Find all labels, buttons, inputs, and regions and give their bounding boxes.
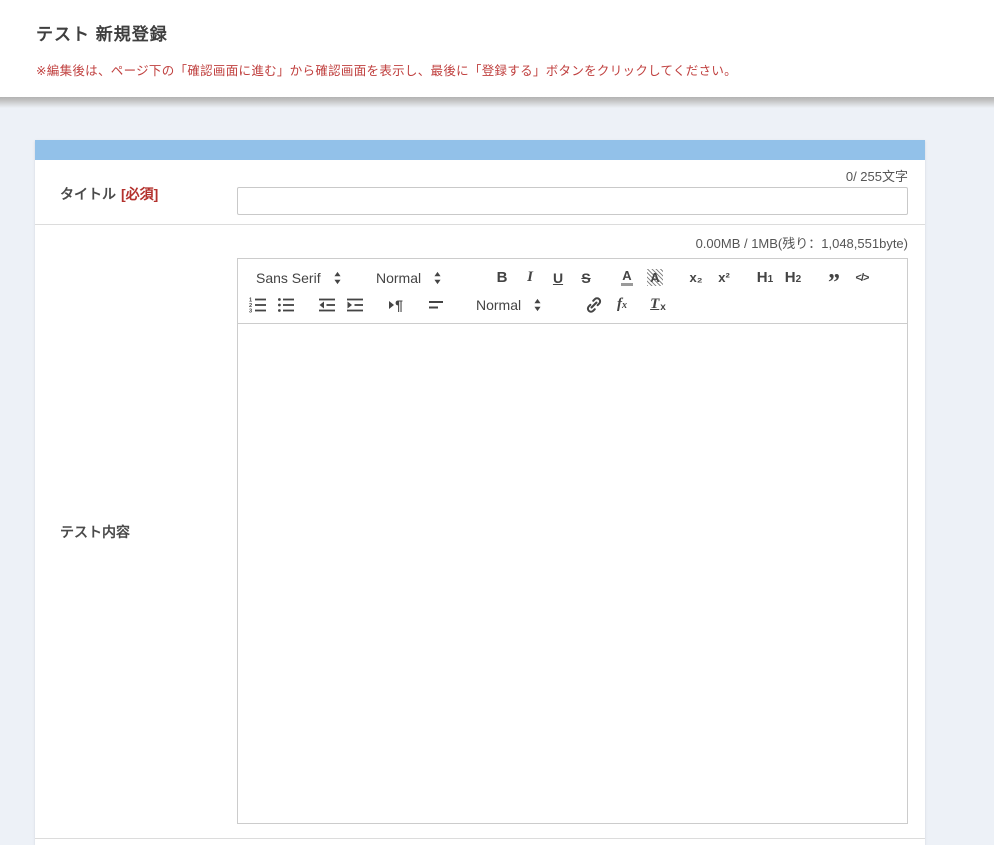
title-label-cell: タイトル [必須] — [35, 160, 237, 224]
paragraph-format-picker-label: Normal — [376, 270, 421, 286]
code-block-button[interactable]: </> — [850, 266, 874, 290]
picker-arrows-icon — [533, 298, 542, 312]
italic-button[interactable]: I — [518, 266, 542, 290]
superscript-button[interactable]: x² — [712, 266, 736, 290]
strikethrough-icon: S — [581, 270, 590, 286]
ordered-list-button[interactable]: 123 — [246, 293, 270, 317]
title-field-row: タイトル [必須] 0/ 255文字 — [35, 160, 925, 224]
background-color-button[interactable]: A — [643, 266, 667, 290]
heading2-button[interactable]: H2 — [781, 266, 805, 290]
text-color-button[interactable]: A — [615, 266, 639, 290]
title-label: タイトル — [60, 186, 116, 202]
editor-toolbar: Sans Serif Normal B I U S A — [237, 258, 908, 324]
code-block-icon: </> — [856, 272, 869, 284]
content-field-row: テスト内容 0.00MB / 1MB(残り：1,048,551byte) San… — [35, 225, 925, 838]
text-direction-button[interactable]: ¶ — [384, 293, 408, 317]
subscript-button[interactable]: x₂ — [684, 266, 708, 290]
page-header: テスト 新規登録 ※編集後は、ページ下の「確認画面に進む」から確認画面を表示し、… — [0, 0, 994, 97]
bullet-list-icon — [277, 296, 295, 314]
insert-group: fx Tx — [582, 293, 674, 317]
heading2-icon: H2 — [785, 270, 801, 285]
content-label: テスト内容 — [60, 522, 130, 542]
registration-form-panel: タイトル [必須] 0/ 255文字 テスト内容 0.00MB / 1MB(残り：… — [35, 140, 925, 845]
outdent-button[interactable] — [315, 293, 339, 317]
content-field-cell: 0.00MB / 1MB(残り：1,048,551byte) Sans Seri… — [237, 225, 925, 838]
header-shadow-divider — [0, 97, 994, 108]
inline-format-group: B I U S — [490, 266, 602, 290]
outdent-icon — [318, 296, 336, 314]
ordered-list-icon: 123 — [249, 296, 267, 314]
title-field-cell: 0/ 255文字 — [237, 160, 925, 224]
formula-button[interactable]: fx — [610, 293, 634, 317]
background-color-icon: A — [647, 269, 662, 286]
text-direction-icon: ¶ — [389, 297, 403, 313]
edit-instruction-note: ※編集後は、ページ下の「確認画面に進む」から確認画面を表示し、最後に「登録する」… — [36, 60, 958, 79]
content-size-counter: 0.00MB / 1MB(残り：1,048,551byte) — [237, 235, 908, 252]
clean-format-button[interactable]: Tx — [646, 293, 670, 317]
subscript-icon: x₂ — [689, 270, 702, 285]
content-label-cell: テスト内容 — [35, 225, 237, 838]
title-char-counter: 0/ 255文字 — [237, 168, 908, 185]
superscript-icon: x² — [718, 270, 730, 285]
font-family-picker[interactable]: Sans Serif — [246, 270, 364, 286]
toolbar-row-1: Sans Serif Normal B I U S A — [246, 264, 899, 291]
font-size-picker-label: Normal — [476, 297, 521, 313]
underline-icon: U — [553, 270, 563, 286]
picker-arrows-icon — [333, 271, 342, 285]
indent-group — [315, 293, 371, 317]
underline-button[interactable]: U — [546, 266, 570, 290]
align-left-icon — [428, 296, 446, 314]
required-badge: [必須] — [121, 186, 158, 202]
strikethrough-button[interactable]: S — [574, 266, 598, 290]
row-divider-bottom — [35, 838, 925, 839]
bold-button[interactable]: B — [490, 266, 514, 290]
bullet-list-button[interactable] — [274, 293, 298, 317]
font-size-picker[interactable]: Normal — [476, 297, 568, 313]
page-title: テスト 新規登録 — [36, 20, 958, 45]
list-group: 123 — [246, 293, 302, 317]
heading1-icon: H1 — [757, 270, 773, 285]
toolbar-row-2: 123 — [246, 291, 899, 318]
rich-text-editor-area[interactable] — [237, 324, 908, 824]
link-button[interactable] — [582, 293, 606, 317]
paragraph-format-picker[interactable]: Normal — [376, 270, 476, 286]
link-icon — [585, 296, 603, 314]
picker-arrows-icon — [433, 271, 442, 285]
heading1-button[interactable]: H1 — [753, 266, 777, 290]
align-group — [425, 293, 453, 317]
indent-button[interactable] — [343, 293, 367, 317]
font-family-picker-label: Sans Serif — [256, 270, 321, 286]
script-group: x₂ x² — [684, 266, 740, 290]
heading-group: H1 H2 — [753, 266, 809, 290]
svg-text:3: 3 — [249, 308, 252, 313]
panel-accent-bar — [35, 140, 925, 160]
color-group: A A — [615, 266, 671, 290]
italic-icon: I — [527, 269, 533, 286]
indent-icon — [346, 296, 364, 314]
bold-icon: B — [497, 269, 508, 286]
blockquote-button[interactable]: ” — [822, 266, 846, 290]
clean-format-icon: Tx — [650, 296, 666, 313]
blockquote-icon: ” — [828, 268, 840, 288]
block-group: ” </> — [822, 266, 878, 290]
direction-group: ¶ — [384, 293, 412, 317]
align-button[interactable] — [425, 293, 449, 317]
title-input[interactable] — [237, 187, 908, 215]
text-color-icon: A — [621, 269, 632, 286]
formula-icon: fx — [617, 296, 627, 313]
